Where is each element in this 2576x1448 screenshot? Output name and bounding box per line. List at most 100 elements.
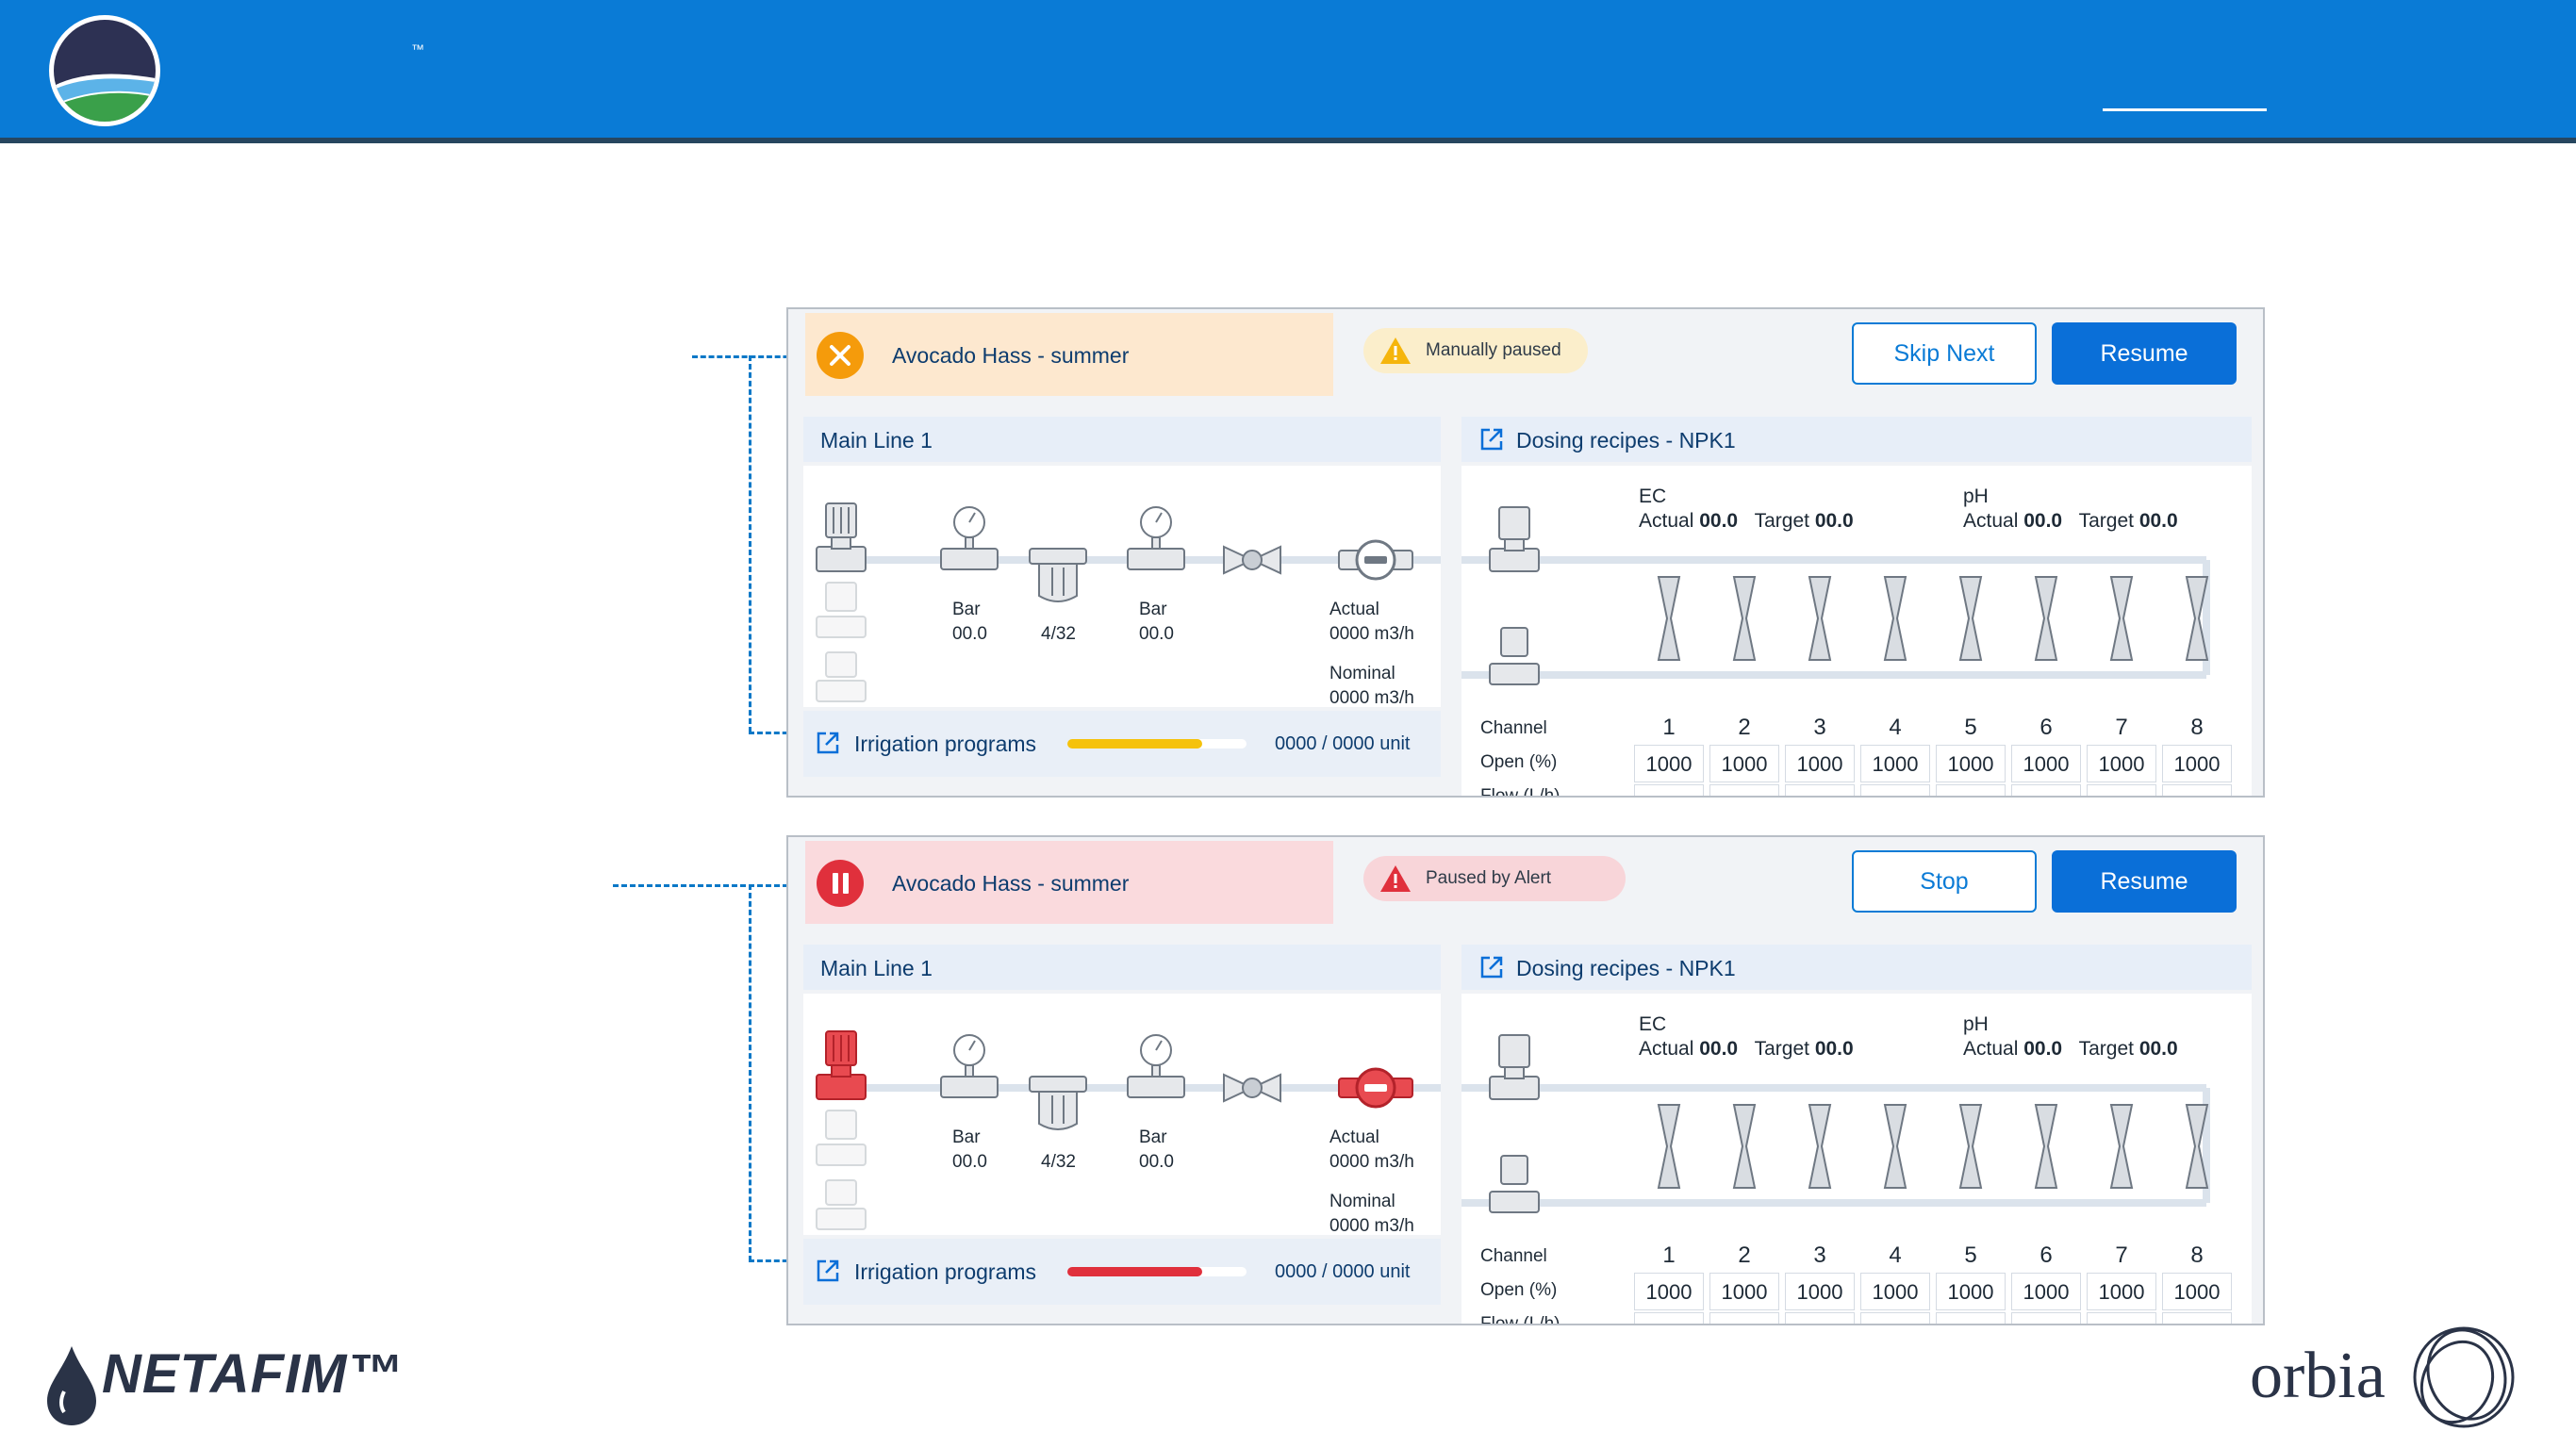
channel-number: 6 — [2039, 715, 2053, 740]
program-card-paused-by-alert: Avocado Hass - summer Paused by Alert St… — [786, 835, 2265, 1325]
external-link-icon[interactable] — [1478, 426, 1505, 452]
flow-label: Flow (L/h) — [1480, 1314, 1560, 1325]
open-value[interactable]: 1000 — [1936, 1273, 2006, 1310]
open-value[interactable]: 1000 — [1860, 1273, 1930, 1310]
flow-meter-alert-icon — [1338, 1067, 1413, 1109]
program-progress-fill — [1067, 739, 1202, 749]
callout-line — [613, 884, 805, 887]
standby-pump-icon — [816, 582, 867, 702]
flow-value[interactable]: 1000 — [1709, 784, 1779, 796]
gauge1-label: Bar 00.0 — [952, 600, 987, 644]
dosing-panel: EC Actual 00.0 Target 00.0 pH Actual 00.… — [1461, 466, 2252, 798]
flow-value[interactable]: 1000 — [1634, 784, 1704, 796]
open-value[interactable]: 1000 — [1634, 1273, 1704, 1310]
open-value[interactable]: 1000 — [2087, 1273, 2156, 1310]
flow-value[interactable]: 1000 — [1785, 1312, 1855, 1324]
main-line-header: Main Line 1 — [803, 417, 1441, 462]
trademark: ™ — [411, 41, 424, 57]
app-logo[interactable] — [49, 15, 160, 126]
irrigation-programs-link[interactable]: Irrigation programs — [854, 732, 1036, 757]
program-status-box: Avocado Hass - summer — [805, 313, 1333, 396]
pump-icon — [1489, 1034, 1540, 1100]
open-value[interactable]: 1000 — [2162, 1273, 2232, 1310]
program-progress-fill — [1067, 1267, 1202, 1276]
dosing-header: Dosing recipes - NPK1 — [1461, 945, 2252, 990]
flow-label: Flow (L/h) — [1480, 786, 1560, 798]
open-value[interactable]: 1000 — [2011, 1273, 2081, 1310]
irrigation-programs-footer: Irrigation programs 0000 / 0000 unit — [803, 711, 1441, 777]
open-value[interactable]: 1000 — [2162, 745, 2232, 782]
flow-value[interactable]: 1000 — [2162, 784, 2232, 796]
open-value[interactable]: 1000 — [1634, 745, 1704, 782]
dosing-panel: EC Actual 00.0 Target 00.0 pH Actual 00.… — [1461, 994, 2252, 1325]
dosing-recipes-link[interactable]: Dosing recipes - NPK1 — [1516, 428, 1736, 453]
open-value[interactable]: 1000 — [2087, 745, 2156, 782]
open-value[interactable]: 1000 — [1860, 745, 1930, 782]
flow-value[interactable]: 1000 — [1860, 1312, 1930, 1324]
meter-readings: Actual 0000 m3/h Nominal 0000 m3/h — [1329, 1127, 1414, 1236]
channel-number: 6 — [2039, 1242, 2053, 1268]
open-value[interactable]: 1000 — [1709, 1273, 1779, 1310]
gauge2-label: Bar 00.0 — [1139, 1127, 1174, 1172]
open-label: Open (%) — [1480, 752, 1558, 772]
header-bar — [0, 0, 2576, 138]
pressure-gauge-icon — [1127, 506, 1185, 570]
channel-number: 5 — [1964, 715, 1977, 740]
flow-value[interactable]: 1000 — [2162, 1312, 2232, 1324]
channel-number: 7 — [2115, 715, 2128, 740]
skip-next-button[interactable]: Skip Next — [1852, 322, 2037, 385]
open-value[interactable]: 1000 — [1709, 745, 1779, 782]
program-units: 0000 / 0000 unit — [1275, 1261, 1411, 1282]
pause-circle-icon — [817, 860, 864, 907]
flow-value[interactable]: 1000 — [2011, 784, 2081, 796]
channel-number: 8 — [2190, 1242, 2204, 1268]
header-divider — [0, 138, 2576, 143]
dosing-recipes-link[interactable]: Dosing recipes - NPK1 — [1516, 956, 1736, 981]
flow-value[interactable]: 1000 — [2087, 1312, 2156, 1324]
flow-value[interactable]: 1000 — [1936, 1312, 2006, 1324]
nav-active-indicator — [2103, 108, 2267, 111]
meter-readings: Actual 0000 m3/h Nominal 0000 m3/h — [1329, 600, 1414, 708]
external-link-icon[interactable] — [815, 1258, 841, 1284]
flow-value[interactable]: 1000 — [1936, 784, 2006, 796]
program-card-manual-paused: Avocado Hass - summer Manually paused Sk… — [786, 307, 2265, 798]
irrigation-programs-footer: Irrigation programs 0000 / 0000 unit — [803, 1239, 1441, 1305]
netafim-logo: NETAFIM™ — [102, 1343, 404, 1405]
status-badge-label: Manually paused — [1426, 340, 1561, 360]
flow-value[interactable]: 1000 — [1860, 784, 1930, 796]
open-value[interactable]: 1000 — [1785, 745, 1855, 782]
open-label: Open (%) — [1480, 1280, 1558, 1300]
channel-number: 3 — [1813, 1242, 1826, 1268]
injector-icon — [1489, 627, 1540, 685]
resume-button[interactable]: Resume — [2052, 322, 2237, 385]
channel-label: Channel — [1480, 718, 1547, 738]
flow-value[interactable]: 1000 — [1634, 1312, 1704, 1324]
open-value[interactable]: 1000 — [2011, 745, 2081, 782]
status-badge: Manually paused — [1363, 328, 1588, 373]
status-badge: Paused by Alert — [1363, 856, 1626, 901]
flow-value[interactable]: 1000 — [1709, 1312, 1779, 1324]
status-badge-label: Paused by Alert — [1426, 868, 1552, 888]
orbia-logo: orbia — [2250, 1340, 2386, 1412]
open-value[interactable]: 1000 — [1936, 745, 2006, 782]
external-link-icon[interactable] — [1478, 954, 1505, 980]
flow-value[interactable]: 1000 — [2011, 1312, 2081, 1324]
main-line-diagram: Bar 00.0 4/32 Bar 00.0 Actual 0000 m3/h Nom… — [803, 994, 1441, 1236]
channel-number: 2 — [1738, 1242, 1751, 1268]
program-name[interactable]: Avocado Hass - summer — [892, 871, 1129, 897]
netafim-drop-logo — [47, 1346, 96, 1425]
flow-value[interactable]: 1000 — [1785, 784, 1855, 796]
dosing-channel-icons — [1657, 576, 2209, 661]
channel-number: 7 — [2115, 1242, 2128, 1268]
stop-button[interactable]: Stop — [1852, 850, 2037, 913]
open-value[interactable]: 1000 — [1785, 1273, 1855, 1310]
resume-button[interactable]: Resume — [2052, 850, 2237, 913]
external-link-icon[interactable] — [815, 730, 841, 756]
program-name[interactable]: Avocado Hass - summer — [892, 343, 1129, 369]
irrigation-programs-link[interactable]: Irrigation programs — [854, 1259, 1036, 1285]
ph-block: pH Actual 00.0 Target 00.0 — [1963, 485, 2178, 532]
flow-meter-icon — [1338, 539, 1413, 581]
flow-value[interactable]: 1000 — [2087, 784, 2156, 796]
close-circle-icon — [817, 332, 864, 379]
channel-number: 1 — [1662, 1242, 1676, 1268]
